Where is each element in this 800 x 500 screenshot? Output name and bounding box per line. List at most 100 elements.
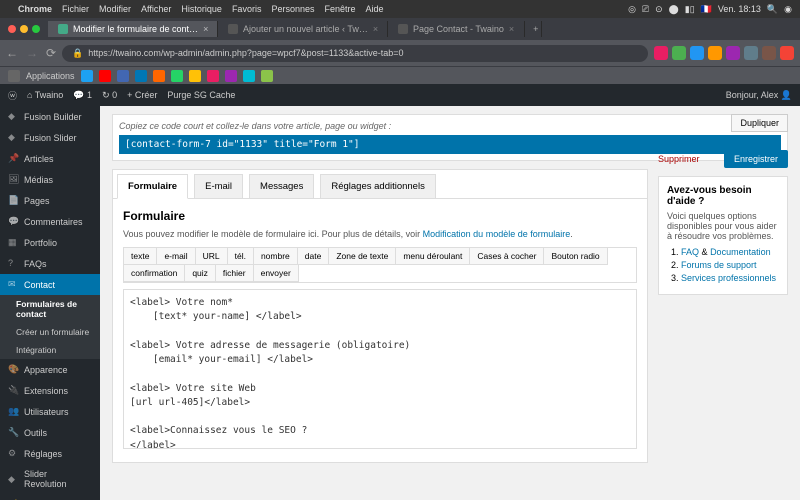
tab-formulaire[interactable]: Formulaire	[117, 174, 188, 199]
menu-item[interactable]: Afficher	[141, 4, 171, 14]
close-tab-icon[interactable]: ×	[373, 24, 378, 34]
ext-icon[interactable]	[654, 46, 668, 60]
help-link[interactable]: FAQ	[681, 247, 699, 257]
tab-email[interactable]: E-mail	[194, 174, 243, 198]
browser-tab[interactable]: Page Contact - Twaino×	[388, 21, 525, 37]
ext-icon[interactable]	[780, 46, 794, 60]
menu-item[interactable]: Fenêtre	[324, 4, 355, 14]
bookmark-icon[interactable]	[243, 70, 255, 82]
sidebar-item[interactable]: 🔌Extensions	[0, 380, 100, 401]
tag-button[interactable]: URL	[196, 248, 228, 265]
close-tab-icon[interactable]: ×	[203, 24, 208, 34]
sidebar-item[interactable]: ?FAQs	[0, 253, 100, 274]
bookmark-icon[interactable]	[99, 70, 111, 82]
bookmark-icon[interactable]	[171, 70, 183, 82]
url-field[interactable]: 🔒 https://twaino.com/wp-admin/admin.php?…	[62, 45, 648, 62]
form-code-textarea[interactable]	[123, 289, 637, 449]
sidebar-item-contact[interactable]: ✉Contact	[0, 274, 100, 295]
tag-button[interactable]: menu déroulant	[396, 248, 470, 265]
clock[interactable]: Ven. 18:13	[718, 4, 761, 14]
wp-logo-icon[interactable]: ⓦ	[8, 89, 17, 102]
bookmark-icon[interactable]	[117, 70, 129, 82]
sidebar-item[interactable]: 🖼Médias	[0, 169, 100, 190]
tab-messages[interactable]: Messages	[249, 174, 314, 198]
tag-button[interactable]: quiz	[185, 265, 216, 282]
minimize-window-icon[interactable]	[20, 25, 28, 33]
tag-button[interactable]: texte	[124, 248, 157, 265]
ext-icon[interactable]	[744, 46, 758, 60]
tag-button[interactable]: date	[298, 248, 330, 265]
menu-item[interactable]: Personnes	[271, 4, 314, 14]
browser-tab[interactable]: Modifier le formulaire de cont…×	[48, 21, 218, 37]
tag-button[interactable]: Cases à cocher	[470, 248, 544, 265]
sidebar-sub[interactable]: Créer un formulaire	[0, 323, 100, 341]
menu-item[interactable]: Historique	[181, 4, 222, 14]
sidebar-item[interactable]: 🔧Outils	[0, 422, 100, 443]
menu-item[interactable]: Aide	[366, 4, 384, 14]
tab-settings[interactable]: Réglages additionnels	[320, 174, 435, 198]
tag-button[interactable]: tél.	[228, 248, 254, 265]
sidebar-item[interactable]: ◆Fusion Builder	[0, 106, 100, 127]
duplicate-button[interactable]: Dupliquer	[731, 114, 788, 132]
menu-item[interactable]: Fichier	[62, 4, 89, 14]
tag-button[interactable]: Bouton radio	[544, 248, 607, 265]
sidebar-item[interactable]: ◆Fusion Slider	[0, 127, 100, 148]
reload-icon[interactable]: ⟳	[46, 46, 56, 60]
bookmark-icon[interactable]	[153, 70, 165, 82]
search-icon[interactable]: 🔍	[767, 4, 778, 15]
tray-icon[interactable]: ⎚	[642, 4, 649, 15]
tag-button[interactable]: fichier	[216, 265, 254, 282]
delete-link[interactable]: Supprimer	[658, 150, 700, 168]
sidebar-sub[interactable]: Intégration	[0, 341, 100, 359]
bookmark-icon[interactable]	[135, 70, 147, 82]
close-window-icon[interactable]	[8, 25, 16, 33]
bookmark-icon[interactable]	[225, 70, 237, 82]
ext-icon[interactable]	[708, 46, 722, 60]
save-button[interactable]: Enregistrer	[724, 150, 788, 168]
maximize-window-icon[interactable]	[32, 25, 40, 33]
bookmark-icon[interactable]	[207, 70, 219, 82]
back-icon[interactable]: ←	[6, 46, 18, 60]
tag-button[interactable]: e-mail	[157, 248, 195, 265]
ext-icon[interactable]	[690, 46, 704, 60]
sidebar-item[interactable]: ◆Slider Revolution	[0, 464, 100, 494]
battery-icon[interactable]: ▮▯	[685, 4, 695, 15]
ext-icon[interactable]	[726, 46, 740, 60]
menu-item[interactable]: Favoris	[232, 4, 262, 14]
close-tab-icon[interactable]: ×	[509, 24, 514, 34]
sidebar-item[interactable]: 👥Utilisateurs	[0, 401, 100, 422]
help-link[interactable]: Forums de support	[681, 260, 757, 270]
new-tab-button[interactable]: +	[525, 21, 542, 37]
bookmark-icon[interactable]	[261, 70, 273, 82]
sidebar-item[interactable]: ▦Portfolio	[0, 232, 100, 253]
browser-tab[interactable]: Ajouter un nouvel article ‹ Tw…×	[218, 21, 388, 37]
app-name[interactable]: Chrome	[18, 4, 52, 14]
comments-link[interactable]: 💬 1	[73, 90, 92, 101]
forward-icon[interactable]: →	[26, 46, 38, 60]
ext-icon[interactable]	[672, 46, 686, 60]
apps-icon[interactable]	[8, 70, 20, 82]
wifi-icon[interactable]: ⬤	[669, 4, 679, 15]
tag-button[interactable]: nombre	[254, 248, 298, 265]
sidebar-item[interactable]: ⚙Réglages	[0, 443, 100, 464]
sidebar-item[interactable]: ⚡SG Optimizer	[0, 494, 100, 500]
tag-button[interactable]: envoyer	[254, 265, 299, 282]
sidebar-item[interactable]: 📌Articles	[0, 148, 100, 169]
help-link[interactable]: Services professionnels	[681, 273, 776, 283]
site-link[interactable]: ⌂ Twaino	[27, 90, 63, 100]
sidebar-item[interactable]: 🎨Apparence	[0, 359, 100, 380]
sidebar-sub[interactable]: Formulaires de contact	[0, 295, 100, 323]
siri-icon[interactable]: ◉	[784, 4, 792, 15]
bookmark-icon[interactable]	[189, 70, 201, 82]
tag-button[interactable]: confirmation	[124, 265, 185, 282]
new-link[interactable]: + Créer	[127, 90, 157, 100]
help-link[interactable]: Documentation	[710, 247, 771, 257]
tray-icon[interactable]: ◎	[628, 4, 636, 15]
tray-icon[interactable]: ⊙	[655, 4, 663, 15]
tag-button[interactable]: Zone de texte	[329, 248, 396, 265]
sidebar-item[interactable]: 💬Commentaires	[0, 211, 100, 232]
flag-icon[interactable]: 🇫🇷	[701, 4, 712, 15]
ext-icon[interactable]	[762, 46, 776, 60]
sidebar-item[interactable]: 📄Pages	[0, 190, 100, 211]
bookmark-link[interactable]: Applications	[26, 71, 75, 81]
